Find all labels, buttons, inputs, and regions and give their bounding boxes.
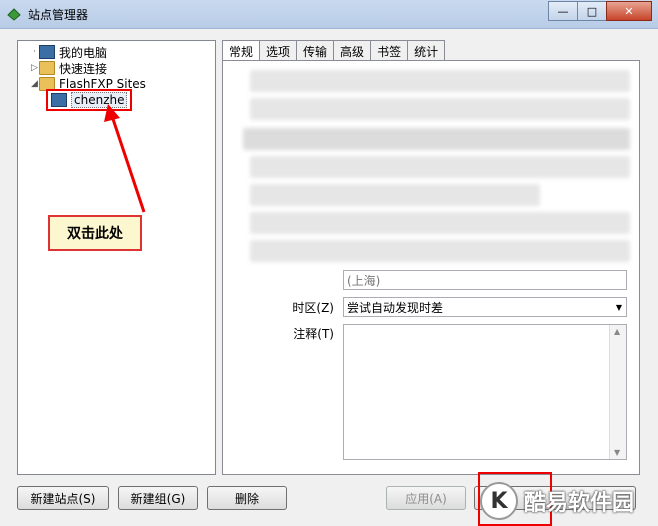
obscured-field [250, 212, 630, 234]
obscured-field [250, 156, 630, 178]
folder-icon [39, 61, 55, 75]
annotation-arrow [104, 104, 146, 213]
site-icon [51, 93, 67, 107]
obscured-field [250, 184, 540, 206]
tab-strip: 常规 选项 传输 高级 书签 统计 [222, 40, 446, 60]
tree-item-label: 快速连接 [59, 61, 108, 76]
tab-transfer[interactable]: 传输 [296, 40, 335, 60]
tree-item-quick-connect[interactable]: ▷ 快速连接 [30, 60, 107, 76]
obscured-field [250, 240, 630, 262]
annotation-callout: 双击此处 [48, 215, 142, 251]
expand-icon[interactable]: ▷ [30, 63, 39, 73]
scroll-up-icon[interactable]: ▲ [614, 327, 620, 336]
title-bar: 站点管理器 — □ ✕ [0, 0, 658, 29]
notes-textarea[interactable]: ▲ ▼ [343, 324, 627, 460]
site-manager-icon [7, 8, 21, 21]
timezone-select[interactable]: 尝试自动发现时差 ▼ [343, 297, 627, 317]
partial-field[interactable]: (上海) [343, 270, 627, 290]
new-site-button[interactable]: 新建站点(S) [17, 486, 109, 510]
tree-item-label: 我的电脑 [59, 45, 108, 60]
window-title: 站点管理器 [28, 8, 89, 22]
tab-statistics[interactable]: 统计 [407, 40, 446, 60]
tab-bookmarks[interactable]: 书签 [370, 40, 409, 60]
tab-advanced[interactable]: 高级 [333, 40, 372, 60]
minimize-button[interactable]: — [548, 1, 578, 21]
tab-options[interactable]: 选项 [259, 40, 298, 60]
timezone-label: 时区(Z) [292, 301, 334, 315]
obscured-field [250, 98, 630, 120]
collapse-icon[interactable]: ◢ [30, 79, 39, 89]
close-button[interactable]: ✕ [606, 1, 652, 21]
dropdown-arrow-icon: ▼ [615, 303, 622, 312]
tree-item-my-computer[interactable]: · 我的电脑 [30, 44, 107, 60]
maximize-button[interactable]: □ [577, 1, 607, 21]
new-group-button[interactable]: 新建组(G) [118, 486, 198, 510]
notes-scrollbar[interactable]: ▲ ▼ [609, 325, 626, 459]
obscured-field [250, 70, 630, 92]
computer-icon [39, 45, 55, 59]
watermark-text: 酷易软件园 [524, 491, 635, 516]
apply-button[interactable]: 应用(A) [386, 486, 466, 510]
watermark-logo: K [480, 482, 518, 520]
watermark: K 酷易软件园 [480, 482, 634, 520]
notes-label: 注释(T) [293, 327, 334, 341]
scroll-down-icon[interactable]: ▼ [614, 448, 620, 457]
delete-button[interactable]: 删除 [207, 486, 287, 510]
tab-general[interactable]: 常规 [222, 40, 261, 60]
obscured-field [243, 128, 630, 150]
